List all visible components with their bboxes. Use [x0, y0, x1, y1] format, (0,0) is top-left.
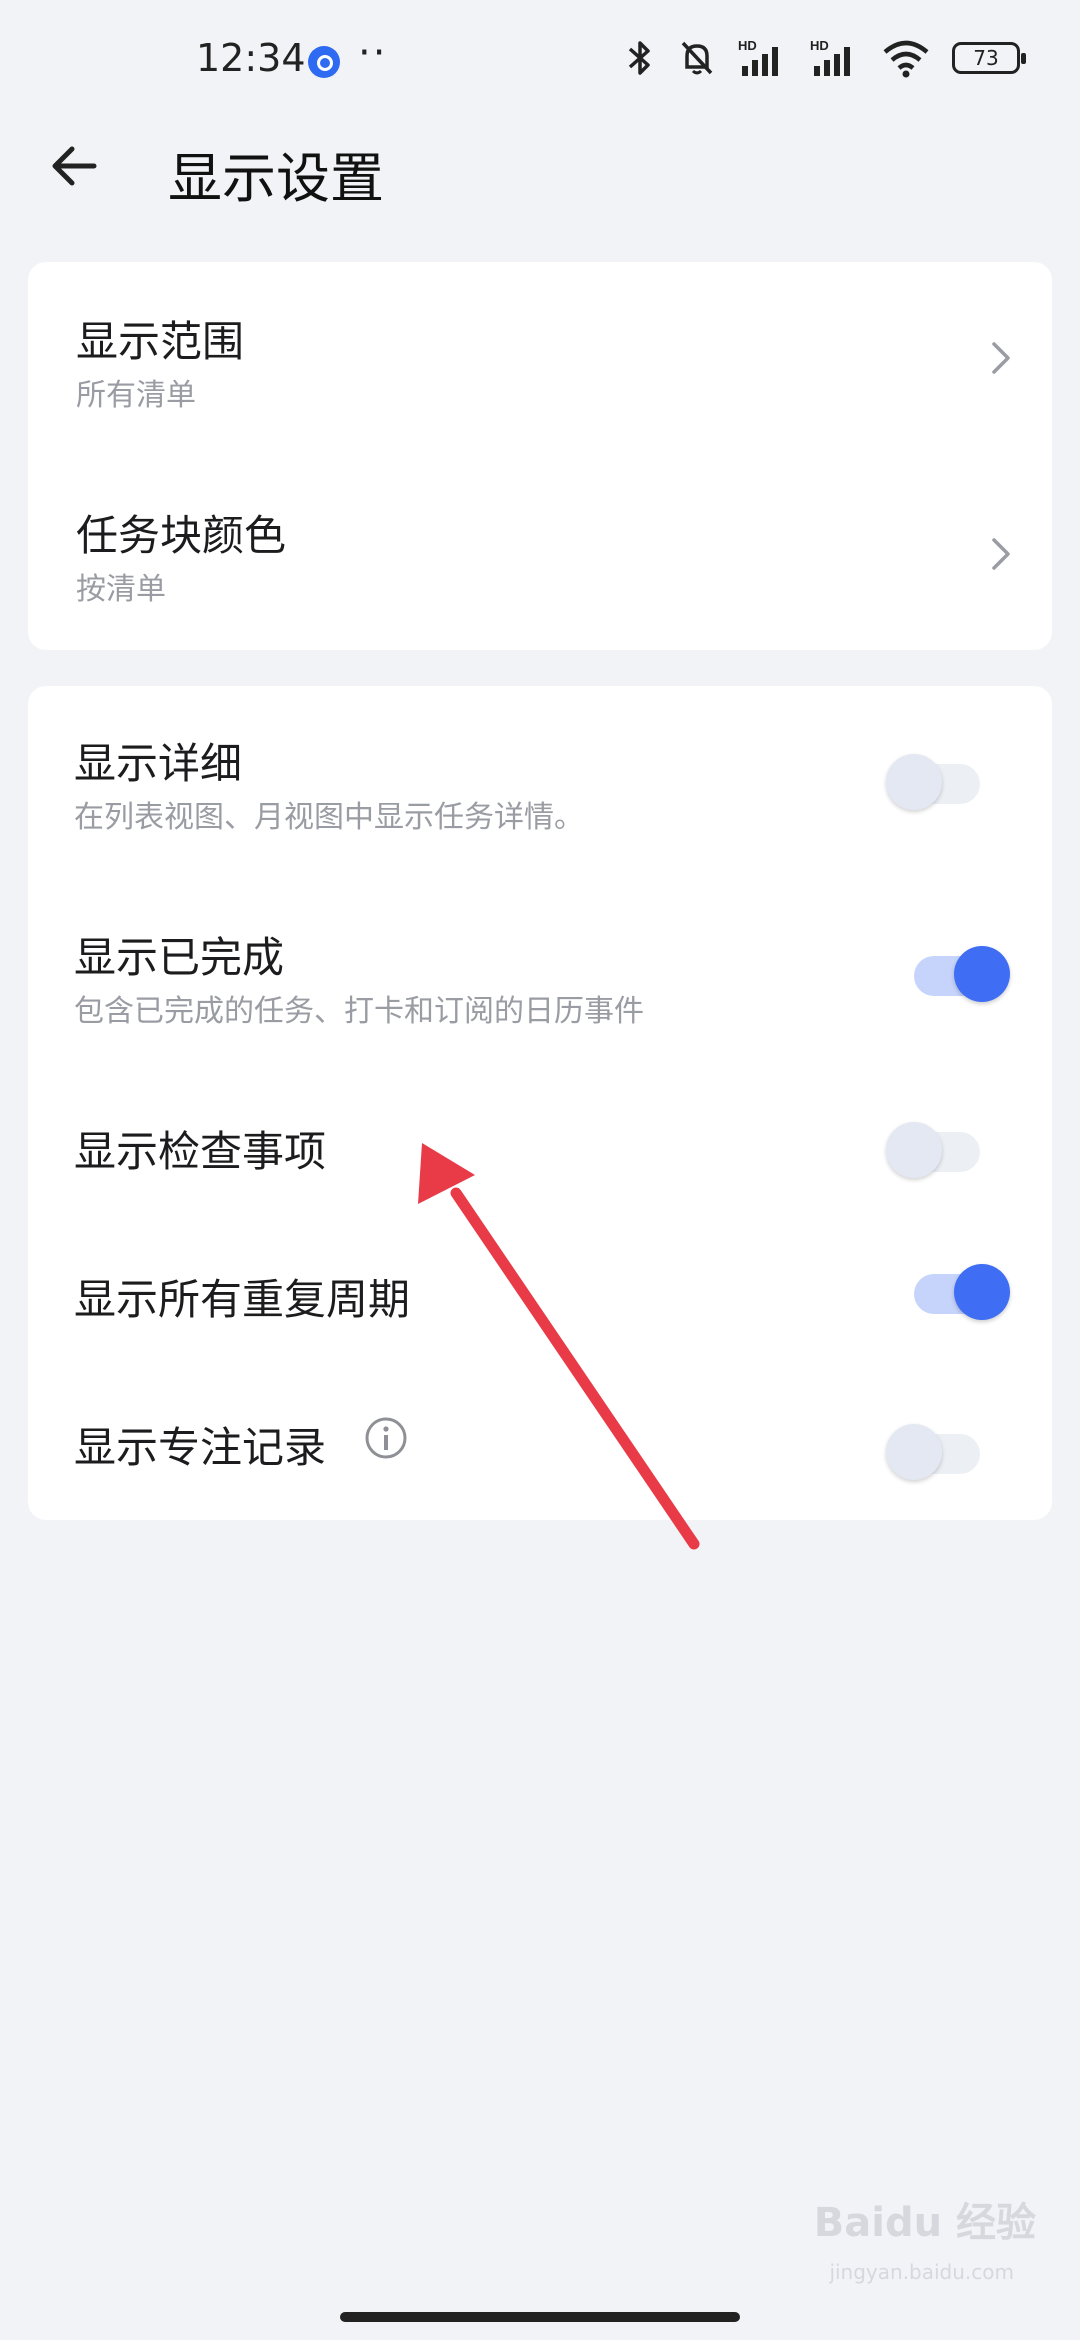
toggle-thumb [886, 754, 942, 810]
show-details-row: 显示详细 在列表视图、月视图中显示任务详情。 [28, 686, 1052, 880]
status-time: 12:34 [196, 36, 306, 80]
show-all-repeats-toggle[interactable] [914, 1256, 1010, 1320]
row-title: 显示所有重复周期 [74, 1275, 411, 1324]
row-subtitle: 按清单 [76, 572, 166, 607]
app-notification-icon [308, 46, 340, 78]
show-all-repeats-row: 显示所有重复周期 [28, 1224, 1052, 1372]
chevron-right-icon [992, 538, 1010, 570]
show-focus-records-toggle[interactable] [886, 1416, 980, 1480]
show-check-items-toggle[interactable] [886, 1114, 980, 1178]
app-header: 显示设置 [0, 120, 1080, 220]
wifi-icon [883, 40, 929, 78]
chevron-right-icon [992, 342, 1010, 374]
row-title: 显示专注记录 [74, 1423, 327, 1472]
row-subtitle: 在列表视图、月视图中显示任务详情。 [74, 800, 584, 835]
display-options-card: 显示范围 所有清单 任务块颜色 按清单 [28, 262, 1052, 650]
toggle-thumb [886, 1122, 942, 1178]
row-title: 任务块颜色 [76, 511, 287, 560]
arrow-left-icon[interactable] [44, 134, 108, 198]
row-title: 显示检查事项 [74, 1127, 327, 1176]
home-indicator[interactable] [340, 2312, 740, 2322]
bluetooth-icon [628, 41, 650, 75]
show-check-items-row: 显示检查事项 [28, 1074, 1052, 1224]
info-icon[interactable] [364, 1416, 408, 1460]
watermark-logo: Baidu 经验 [813, 2200, 1036, 2246]
toggle-thumb [954, 1264, 1010, 1320]
show-details-toggle[interactable] [886, 746, 980, 810]
row-title: 显示详细 [74, 739, 243, 788]
battery-icon: 73 [952, 42, 1026, 74]
row-subtitle: 所有清单 [76, 378, 196, 413]
battery-level: 73 [973, 46, 999, 70]
row-title: 显示已完成 [74, 933, 285, 982]
status-bar: 12:34 ·· HD HD 73 [0, 0, 1080, 120]
show-focus-records-row: 显示专注记录 [28, 1372, 1052, 1520]
signal-hd-icon: HD [810, 38, 850, 76]
watermark-url: jingyan.baidu.com [829, 2260, 1014, 2284]
mute-bell-icon [681, 41, 713, 75]
more-notifications-indicator: ·· [358, 30, 388, 76]
task-block-color-row[interactable]: 任务块颜色 按清单 [28, 456, 1052, 650]
row-title: 显示范围 [76, 317, 245, 366]
show-completed-toggle[interactable] [914, 938, 1010, 1002]
show-completed-row: 显示已完成 包含已完成的任务、打卡和订阅的日历事件 [28, 880, 1052, 1074]
toggle-thumb [886, 1424, 942, 1480]
status-icons: HD HD 73 [624, 38, 1026, 78]
signal-hd-icon: HD [738, 38, 778, 76]
svg-text:HD: HD [810, 38, 829, 53]
display-toggles-card: 显示详细 在列表视图、月视图中显示任务详情。 显示已完成 包含已完成的任务、打卡… [28, 686, 1052, 1520]
toggle-thumb [954, 946, 1010, 1002]
display-range-row[interactable]: 显示范围 所有清单 [28, 262, 1052, 456]
svg-text:HD: HD [738, 38, 757, 53]
row-subtitle: 包含已完成的任务、打卡和订阅的日历事件 [74, 994, 644, 1029]
page-title: 显示设置 [168, 147, 384, 210]
